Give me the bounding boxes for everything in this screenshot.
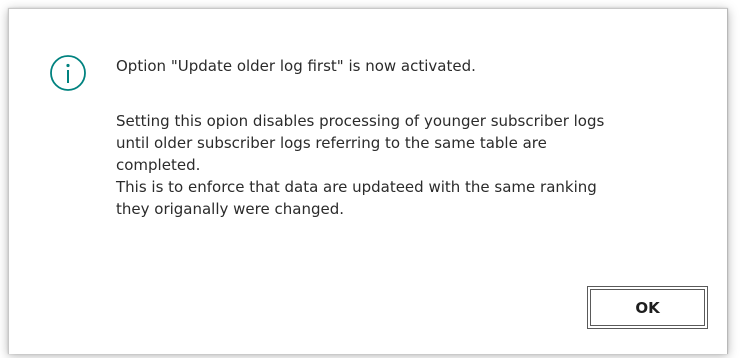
message-dialog: Option "Update older log first" is now a… xyxy=(8,8,728,354)
message-line: until older subscriber logs referring to… xyxy=(116,134,547,152)
message-line: This is to enforce that data are updatee… xyxy=(116,178,597,196)
message-line: completed. xyxy=(116,156,201,174)
dialog-title: Option "Update older log first" is now a… xyxy=(116,57,476,75)
info-icon xyxy=(49,54,87,92)
message-line: Setting this opion disables processing o… xyxy=(116,112,605,130)
ok-button[interactable]: OK xyxy=(587,286,708,329)
dialog-message: Setting this opion disables processing o… xyxy=(116,110,716,220)
message-line: they origanally were changed. xyxy=(116,200,344,218)
